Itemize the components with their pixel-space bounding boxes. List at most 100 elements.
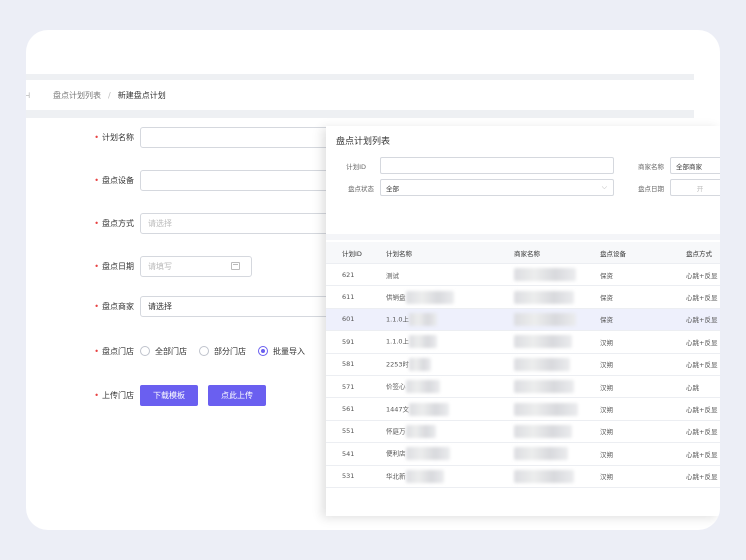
- table-row[interactable]: 581 2253时 汉朔 心跳+反显: [326, 353, 720, 376]
- cell-plan-id: 581: [326, 353, 370, 376]
- merchant-value: 请选择: [148, 301, 172, 311]
- breadcrumb: ⊣ 盘点计划列表 / 新建盘点计划: [26, 80, 694, 110]
- table-row-selected[interactable]: 601 1.1.0上 保资 心跳+反显: [326, 308, 720, 332]
- redacted-merchant: [514, 357, 570, 371]
- store-row: • 盘点门店 全部门店 部分门店 批量导入: [26, 340, 317, 362]
- cell-plan-id: 541: [326, 442, 370, 466]
- breadcrumb-current: 新建盘点计划: [117, 90, 166, 100]
- method-label: 盘点方式: [102, 218, 134, 228]
- cell-merchant: [498, 308, 584, 332]
- cell-plan-name: 测试: [370, 263, 498, 287]
- cell-merchant: [498, 330, 584, 354]
- redacted-merchant: [514, 424, 572, 438]
- redacted-name: [405, 469, 444, 483]
- radio-partial-stores[interactable]: 部分门店: [199, 346, 246, 357]
- date-picker[interactable]: 请填写: [140, 255, 252, 277]
- cell-plan-name: 供销盘: [370, 285, 498, 309]
- cell-plan-id: 621: [326, 263, 370, 287]
- filter-plan-id-input[interactable]: [380, 157, 614, 174]
- filter-merchant-select[interactable]: 全部商家: [670, 157, 720, 174]
- filter-date-input[interactable]: 开: [670, 179, 720, 196]
- required-mark: •: [94, 301, 99, 311]
- redacted-merchant: [514, 312, 576, 326]
- cell-merchant: [498, 442, 584, 466]
- breadcrumb-separator: /: [108, 90, 111, 100]
- cell-plan-id: 531: [326, 465, 370, 488]
- date-label: 盘点日期: [102, 261, 134, 271]
- plan-name-text: 便利店: [386, 449, 406, 458]
- required-mark: •: [94, 132, 99, 142]
- cell-merchant: [498, 285, 584, 309]
- filter-status-select[interactable]: 全部 ⌵: [380, 179, 614, 196]
- redacted-merchant: [514, 268, 576, 282]
- filter-merchant-label: 商家名称: [638, 163, 664, 171]
- chevron-down-icon: ⌵: [601, 183, 607, 191]
- redacted-merchant: [514, 402, 578, 416]
- cell-plan-name: 1.1.0上: [370, 308, 498, 332]
- table-row[interactable]: 561 1447文 汉朔 心跳+反显: [326, 397, 720, 421]
- redacted-merchant: [514, 335, 572, 349]
- redacted-name: [405, 424, 436, 438]
- cell-plan-name: 1.1.0上: [370, 330, 498, 354]
- plan-name-text: 测试: [386, 271, 399, 280]
- collapse-icon[interactable]: ⊣: [26, 91, 35, 100]
- filter-plan-id-label: 计划ID: [346, 163, 366, 171]
- radio-batch-import[interactable]: 批量导入: [258, 346, 305, 357]
- column-header[interactable]: 盘点方式: [670, 242, 720, 264]
- cell-plan-id: 591: [326, 330, 370, 354]
- redacted-merchant: [514, 290, 574, 304]
- filter-status-value: 全部: [386, 184, 399, 193]
- breadcrumb-parent-link[interactable]: 盘点计划列表: [53, 90, 101, 101]
- filter-merchant-value: 全部商家: [676, 162, 702, 171]
- cell-method: 心跳+反显: [670, 397, 720, 421]
- date-row: • 盘点日期 请填写: [26, 255, 252, 277]
- filter-status-label: 盘点状态: [348, 185, 374, 193]
- cell-device: 汉朔: [584, 442, 670, 466]
- column-header[interactable]: 计划名称: [370, 242, 498, 264]
- cell-device: 汉朔: [584, 353, 670, 376]
- column-header[interactable]: 盘点设备: [584, 242, 670, 264]
- table-row[interactable]: 611 供销盘 保资 心跳+反显: [326, 285, 720, 309]
- redacted-name: [409, 402, 450, 416]
- upload-button[interactable]: 点此上传: [208, 384, 266, 406]
- table-row[interactable]: 541 便利店 汉朔 心跳+反显: [326, 442, 720, 466]
- column-header[interactable]: 商家名称: [498, 242, 584, 264]
- table-row[interactable]: 591 1.1.0上 汉朔 心跳+反显: [326, 330, 720, 354]
- required-mark: •: [94, 218, 99, 228]
- column-header[interactable]: 计划ID: [326, 242, 370, 264]
- cell-plan-name: 1447文: [370, 397, 498, 421]
- calendar-icon: [231, 262, 240, 270]
- cell-plan-name: 便利店: [370, 442, 498, 466]
- plan-name-text: 1.1.0上: [386, 337, 410, 346]
- cell-merchant: [498, 263, 584, 287]
- plan-name-text: 华北新: [386, 472, 406, 481]
- plan-name-text: 怀庭万: [386, 427, 406, 436]
- cell-method: 心跳: [670, 375, 720, 399]
- plan-name-text: 供销盘: [386, 293, 406, 302]
- cell-plan-name: 怀庭万: [370, 420, 498, 444]
- method-placeholder: 请选择: [148, 218, 172, 228]
- section-divider: [26, 110, 694, 118]
- table-row[interactable]: 551 怀庭万 汉朔 心跳+反显: [326, 420, 720, 444]
- plan-name-text: 1.1.0上: [386, 315, 410, 324]
- table-row[interactable]: 531 华北新 汉朔 心跳+反显: [326, 465, 720, 488]
- cell-device: 保资: [584, 263, 670, 287]
- download-template-button[interactable]: 下载模板: [140, 384, 198, 406]
- table-row[interactable]: 621 测试 保资 心跳+反显: [326, 263, 720, 287]
- cell-device: 汉朔: [584, 465, 670, 488]
- redacted-merchant: [514, 447, 568, 461]
- cell-merchant: [498, 465, 584, 488]
- plan-name-label: 计划名称: [102, 132, 134, 142]
- filter-date-value: 开: [696, 184, 704, 193]
- radio-all-stores[interactable]: 全部门店: [140, 346, 187, 357]
- cell-merchant: [498, 420, 584, 444]
- required-mark: •: [94, 346, 99, 356]
- table-row[interactable]: 571 价签心 汉朔 心跳: [326, 375, 720, 399]
- redacted-name: [409, 357, 432, 371]
- redacted-name: [409, 335, 438, 349]
- cell-plan-name: 价签心: [370, 375, 498, 399]
- cell-device: 汉朔: [584, 330, 670, 354]
- cell-plan-id: 551: [326, 420, 370, 444]
- cell-device: 汉朔: [584, 420, 670, 444]
- cell-plan-id: 601: [326, 308, 370, 332]
